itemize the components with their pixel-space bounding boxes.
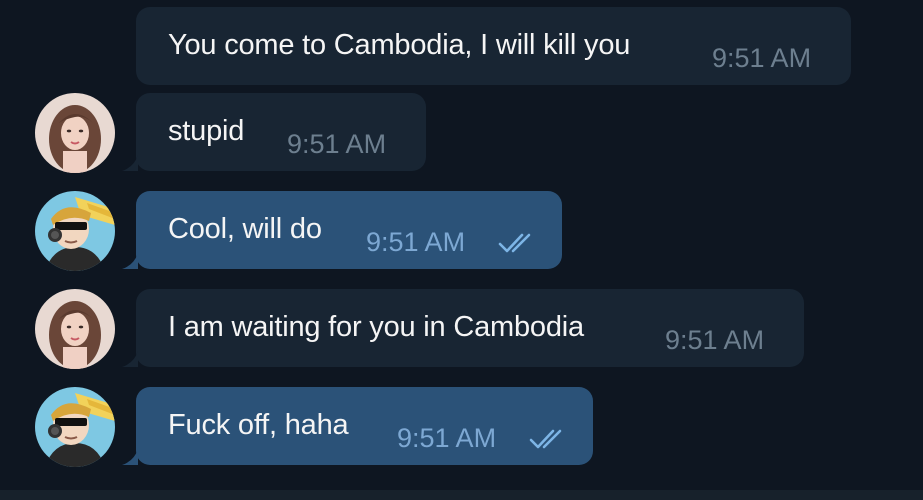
message-time: 9:51 AM (712, 43, 812, 73)
message-bubble-outgoing[interactable]: Fuck off, haha 9:51 AM (122, 387, 593, 465)
chat-history[interactable]: You come to Cambodia, I will kill you 9:… (0, 0, 923, 500)
bubble-tail (122, 253, 138, 269)
girl-avatar[interactable] (35, 93, 115, 173)
message-time: 9:51 AM (366, 227, 466, 257)
message-time: 9:51 AM (287, 129, 387, 159)
bubble-tail (122, 155, 138, 171)
message-time: 9:51 AM (665, 325, 765, 355)
message-bubble-incoming[interactable]: I am waiting for you in Cambodia 9:51 AM (122, 289, 804, 367)
double-check-icon (529, 429, 562, 449)
message-text: I am waiting for you in Cambodia (168, 311, 584, 343)
message-text: stupid (168, 115, 245, 147)
message-text: Fuck off, haha (168, 409, 349, 441)
message-text: You come to Cambodia, I will kill you (168, 29, 631, 61)
cartoon-avatar[interactable] (35, 191, 115, 271)
message-bubble-incoming[interactable]: stupid 9:51 AM (122, 93, 426, 171)
message-text: Cool, will do (168, 213, 322, 245)
cartoon-avatar[interactable] (35, 387, 115, 467)
bubble-tail (122, 449, 138, 465)
bubble-tail (122, 351, 138, 367)
message-bubble-incoming[interactable]: You come to Cambodia, I will kill you 9:… (136, 7, 851, 85)
girl-avatar[interactable] (35, 289, 115, 369)
message-time: 9:51 AM (397, 423, 497, 453)
composer-bar-edge (0, 490, 923, 500)
double-check-icon (498, 233, 531, 253)
message-bubble-outgoing[interactable]: Cool, will do 9:51 AM (122, 191, 562, 269)
